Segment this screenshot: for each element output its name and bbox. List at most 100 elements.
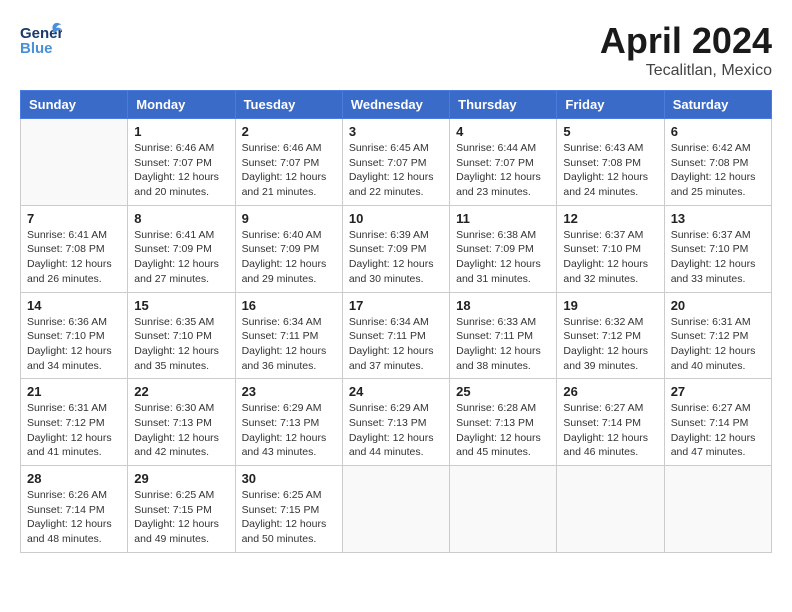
calendar-cell: 5 Sunrise: 6:43 AMSunset: 7:08 PMDaylight…: [557, 119, 664, 206]
day-info: Sunrise: 6:27 AMSunset: 7:14 PMDaylight:…: [563, 401, 657, 460]
svg-text:Blue: Blue: [20, 40, 53, 57]
weekday-header-monday: Monday: [128, 91, 235, 119]
calendar-cell: 10 Sunrise: 6:39 AMSunset: 7:09 PMDayligh…: [342, 205, 449, 292]
day-info: Sunrise: 6:29 AMSunset: 7:13 PMDaylight:…: [242, 401, 336, 460]
weekday-header-tuesday: Tuesday: [235, 91, 342, 119]
weekday-header-friday: Friday: [557, 91, 664, 119]
day-number: 3: [349, 124, 443, 139]
calendar-cell: 16 Sunrise: 6:34 AMSunset: 7:11 PMDayligh…: [235, 292, 342, 379]
day-info: Sunrise: 6:46 AMSunset: 7:07 PMDaylight:…: [134, 141, 228, 200]
calendar-week-1: 1 Sunrise: 6:46 AMSunset: 7:07 PMDaylight…: [21, 119, 772, 206]
day-info: Sunrise: 6:26 AMSunset: 7:14 PMDaylight:…: [27, 488, 121, 547]
calendar-cell: [664, 466, 771, 553]
day-number: 21: [27, 384, 121, 399]
day-number: 15: [134, 298, 228, 313]
logo-icon: General Blue: [20, 20, 62, 58]
calendar-cell: 29 Sunrise: 6:25 AMSunset: 7:15 PMDayligh…: [128, 466, 235, 553]
day-number: 13: [671, 211, 765, 226]
calendar-cell: 19 Sunrise: 6:32 AMSunset: 7:12 PMDayligh…: [557, 292, 664, 379]
calendar-cell: 8 Sunrise: 6:41 AMSunset: 7:09 PMDaylight…: [128, 205, 235, 292]
day-info: Sunrise: 6:25 AMSunset: 7:15 PMDaylight:…: [134, 488, 228, 547]
day-number: 26: [563, 384, 657, 399]
day-number: 1: [134, 124, 228, 139]
day-info: Sunrise: 6:25 AMSunset: 7:15 PMDaylight:…: [242, 488, 336, 547]
calendar-cell: 26 Sunrise: 6:27 AMSunset: 7:14 PMDayligh…: [557, 379, 664, 466]
calendar-cell: 28 Sunrise: 6:26 AMSunset: 7:14 PMDayligh…: [21, 466, 128, 553]
calendar-cell: 22Sunrise: 6:30 AMSunset: 7:13 PMDayligh…: [128, 379, 235, 466]
day-number: 10: [349, 211, 443, 226]
day-info: Sunrise: 6:38 AMSunset: 7:09 PMDaylight:…: [456, 228, 550, 287]
calendar-cell: 30Sunrise: 6:25 AMSunset: 7:15 PMDayligh…: [235, 466, 342, 553]
day-number: 12: [563, 211, 657, 226]
day-number: 14: [27, 298, 121, 313]
day-number: 5: [563, 124, 657, 139]
day-number: 20: [671, 298, 765, 313]
day-number: 8: [134, 211, 228, 226]
day-info: Sunrise: 6:46 AMSunset: 7:07 PMDaylight:…: [242, 141, 336, 200]
day-info: Sunrise: 6:37 AMSunset: 7:10 PMDaylight:…: [563, 228, 657, 287]
calendar-cell: 14 Sunrise: 6:36 AMSunset: 7:10 PMDayligh…: [21, 292, 128, 379]
weekday-header-wednesday: Wednesday: [342, 91, 449, 119]
calendar-table: SundayMondayTuesdayWednesdayThursdayFrid…: [20, 90, 772, 553]
day-info: Sunrise: 6:33 AMSunset: 7:11 PMDaylight:…: [456, 315, 550, 374]
calendar-cell: 17Sunrise: 6:34 AMSunset: 7:11 PMDayligh…: [342, 292, 449, 379]
month-title: April 2024: [600, 20, 772, 62]
day-number: 27: [671, 384, 765, 399]
day-info: Sunrise: 6:30 AMSunset: 7:13 PMDaylight:…: [134, 401, 228, 460]
day-number: 28: [27, 471, 121, 486]
weekday-header-sunday: Sunday: [21, 91, 128, 119]
calendar-cell: [450, 466, 557, 553]
day-number: 2: [242, 124, 336, 139]
calendar-cell: 1 Sunrise: 6:46 AMSunset: 7:07 PMDaylight…: [128, 119, 235, 206]
weekday-header-saturday: Saturday: [664, 91, 771, 119]
calendar-cell: 6Sunrise: 6:42 AMSunset: 7:08 PMDaylight…: [664, 119, 771, 206]
calendar-body: 1 Sunrise: 6:46 AMSunset: 7:07 PMDaylight…: [21, 119, 772, 553]
day-info: Sunrise: 6:28 AMSunset: 7:13 PMDaylight:…: [456, 401, 550, 460]
day-number: 23: [242, 384, 336, 399]
calendar-cell: 3Sunrise: 6:45 AMSunset: 7:07 PMDaylight…: [342, 119, 449, 206]
calendar-cell: 2 Sunrise: 6:46 AMSunset: 7:07 PMDaylight…: [235, 119, 342, 206]
location: Tecalitlan, Mexico: [600, 62, 772, 80]
calendar-cell: 15 Sunrise: 6:35 AMSunset: 7:10 PMDayligh…: [128, 292, 235, 379]
day-info: Sunrise: 6:31 AMSunset: 7:12 PMDaylight:…: [671, 315, 765, 374]
day-number: 9: [242, 211, 336, 226]
day-info: Sunrise: 6:43 AMSunset: 7:08 PMDaylight:…: [563, 141, 657, 200]
page-header: General Blue April 2024 Tecalitlan, Mexi…: [20, 20, 772, 80]
calendar-cell: 11Sunrise: 6:38 AMSunset: 7:09 PMDayligh…: [450, 205, 557, 292]
calendar-cell: [21, 119, 128, 206]
day-info: Sunrise: 6:37 AMSunset: 7:10 PMDaylight:…: [671, 228, 765, 287]
day-info: Sunrise: 6:34 AMSunset: 7:11 PMDaylight:…: [242, 315, 336, 374]
calendar-header: SundayMondayTuesdayWednesdayThursdayFrid…: [21, 91, 772, 119]
day-number: 4: [456, 124, 550, 139]
day-info: Sunrise: 6:29 AMSunset: 7:13 PMDaylight:…: [349, 401, 443, 460]
day-number: 19: [563, 298, 657, 313]
day-info: Sunrise: 6:31 AMSunset: 7:12 PMDaylight:…: [27, 401, 121, 460]
day-number: 29: [134, 471, 228, 486]
calendar-cell: 13 Sunrise: 6:37 AMSunset: 7:10 PMDayligh…: [664, 205, 771, 292]
day-number: 17: [349, 298, 443, 313]
calendar-cell: 25 Sunrise: 6:28 AMSunset: 7:13 PMDayligh…: [450, 379, 557, 466]
calendar-week-5: 28 Sunrise: 6:26 AMSunset: 7:14 PMDayligh…: [21, 466, 772, 553]
calendar-cell: 27Sunrise: 6:27 AMSunset: 7:14 PMDayligh…: [664, 379, 771, 466]
calendar-cell: 18 Sunrise: 6:33 AMSunset: 7:11 PMDayligh…: [450, 292, 557, 379]
calendar-cell: 21 Sunrise: 6:31 AMSunset: 7:12 PMDayligh…: [21, 379, 128, 466]
title-area: April 2024 Tecalitlan, Mexico: [600, 20, 772, 80]
day-number: 16: [242, 298, 336, 313]
calendar-cell: 20 Sunrise: 6:31 AMSunset: 7:12 PMDayligh…: [664, 292, 771, 379]
day-info: Sunrise: 6:39 AMSunset: 7:09 PMDaylight:…: [349, 228, 443, 287]
day-number: 25: [456, 384, 550, 399]
day-number: 7: [27, 211, 121, 226]
calendar-week-4: 21 Sunrise: 6:31 AMSunset: 7:12 PMDayligh…: [21, 379, 772, 466]
day-info: Sunrise: 6:32 AMSunset: 7:12 PMDaylight:…: [563, 315, 657, 374]
calendar-week-3: 14 Sunrise: 6:36 AMSunset: 7:10 PMDayligh…: [21, 292, 772, 379]
day-info: Sunrise: 6:44 AMSunset: 7:07 PMDaylight:…: [456, 141, 550, 200]
day-number: 18: [456, 298, 550, 313]
day-info: Sunrise: 6:42 AMSunset: 7:08 PMDaylight:…: [671, 141, 765, 200]
day-info: Sunrise: 6:35 AMSunset: 7:10 PMDaylight:…: [134, 315, 228, 374]
calendar-cell: 4 Sunrise: 6:44 AMSunset: 7:07 PMDaylight…: [450, 119, 557, 206]
day-info: Sunrise: 6:36 AMSunset: 7:10 PMDaylight:…: [27, 315, 121, 374]
weekday-header-thursday: Thursday: [450, 91, 557, 119]
day-info: Sunrise: 6:41 AMSunset: 7:09 PMDaylight:…: [134, 228, 228, 287]
calendar-cell: 9Sunrise: 6:40 AMSunset: 7:09 PMDaylight…: [235, 205, 342, 292]
calendar-cell: [342, 466, 449, 553]
